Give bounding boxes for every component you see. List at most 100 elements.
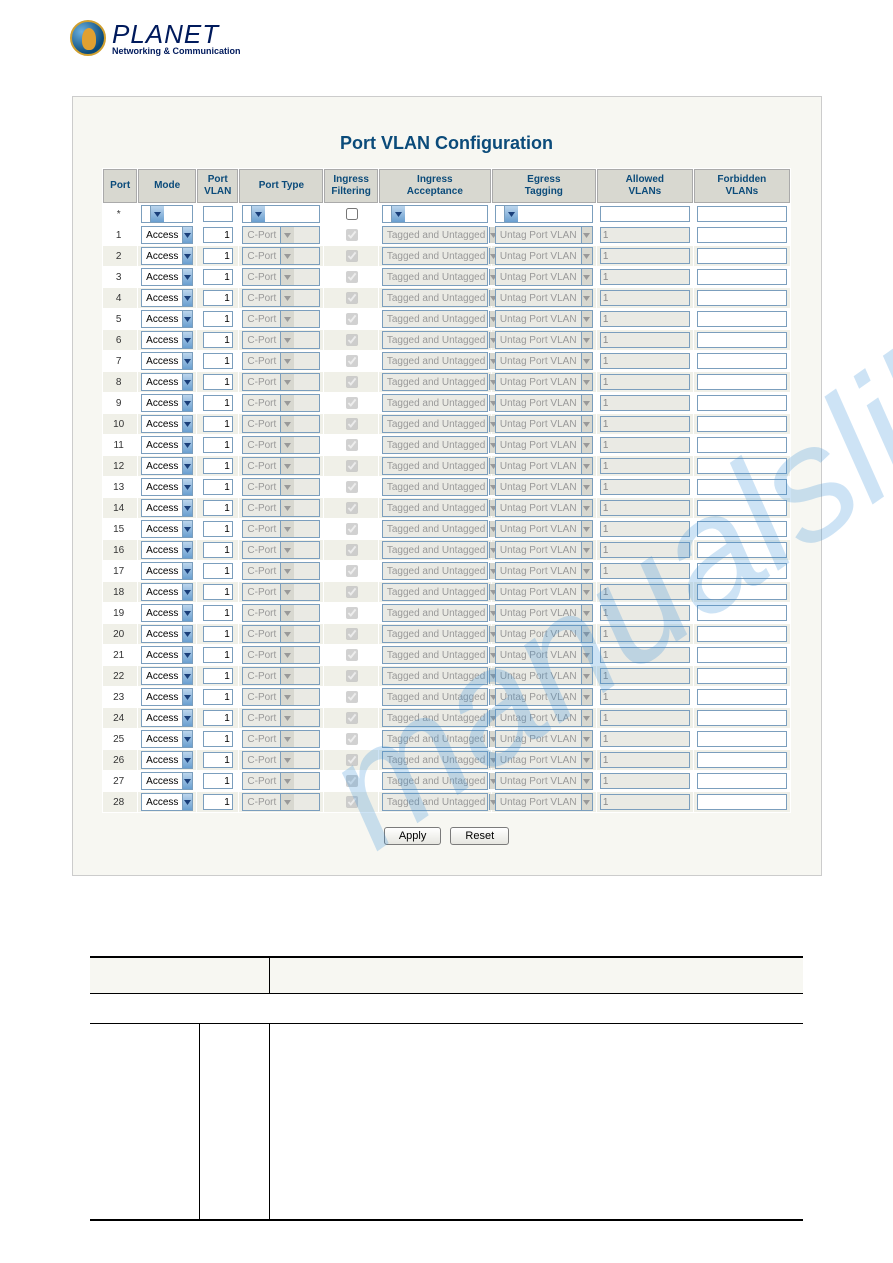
forbidden-vlans-input[interactable] [697,437,787,453]
mode-select[interactable]: Access [141,667,193,685]
port-vlan-input[interactable] [203,311,233,327]
mode-select[interactable]: Access [141,520,193,538]
reset-button[interactable]: Reset [450,827,509,845]
allowed-vlans-input-all[interactable] [600,206,690,222]
forbidden-vlans-input[interactable] [697,290,787,306]
forbidden-vlans-input[interactable] [697,794,787,810]
forbidden-vlans-input-all[interactable] [697,206,787,222]
mode-select[interactable]: Access [141,331,193,349]
port-vlan-input[interactable] [203,584,233,600]
mode-select[interactable]: Access [141,541,193,559]
mode-select[interactable]: Access [141,709,193,727]
port-vlan-input[interactable] [203,458,233,474]
forbidden-vlans-input[interactable] [697,626,787,642]
forbidden-vlans-input[interactable] [697,416,787,432]
forbidden-vlans-input[interactable] [697,269,787,285]
egress-tag-select-all[interactable] [495,205,593,223]
port-vlan-input[interactable] [203,374,233,390]
mode-select[interactable]: Access [141,646,193,664]
mode-select[interactable]: Access [141,268,193,286]
port-vlan-input[interactable] [203,752,233,768]
ingress-filter-check-all[interactable] [346,208,358,220]
forbidden-vlans-input[interactable] [697,752,787,768]
port-vlan-input[interactable] [203,542,233,558]
port-vlan-input-all[interactable] [203,206,233,222]
port-vlan-input[interactable] [203,290,233,306]
egress-tag-select: Untag Port VLAN [495,310,593,328]
ingress-accept-select: Tagged and Untagged [382,499,488,517]
mode-select[interactable]: Access [141,793,193,811]
mode-select[interactable]: Access [141,415,193,433]
mode-select[interactable]: Access [141,478,193,496]
mode-select[interactable]: Access [141,394,193,412]
forbidden-vlans-input[interactable] [697,311,787,327]
mode-select[interactable]: Access [141,604,193,622]
mode-select[interactable]: Access [141,751,193,769]
mode-select[interactable]: Access [141,772,193,790]
forbidden-vlans-input[interactable] [697,773,787,789]
mode-select[interactable]: Access [141,730,193,748]
mode-select[interactable]: Access [141,457,193,475]
port-vlan-input[interactable] [203,521,233,537]
mode-select-all[interactable] [141,205,193,223]
forbidden-vlans-input[interactable] [697,332,787,348]
mode-select[interactable]: Access [141,499,193,517]
forbidden-vlans-input[interactable] [697,731,787,747]
forbidden-vlans-input[interactable] [697,647,787,663]
port-vlan-input[interactable] [203,353,233,369]
port-vlan-input[interactable] [203,668,233,684]
forbidden-vlans-input[interactable] [697,227,787,243]
mode-select[interactable]: Access [141,352,193,370]
chevron-down-icon [182,542,192,558]
mode-select[interactable]: Access [141,436,193,454]
port-vlan-input[interactable] [203,731,233,747]
mode-select[interactable]: Access [141,310,193,328]
forbidden-vlans-input[interactable] [697,563,787,579]
apply-button[interactable]: Apply [384,827,442,845]
mode-select[interactable]: Access [141,562,193,580]
port-vlan-input[interactable] [203,395,233,411]
port-vlan-input[interactable] [203,332,233,348]
ingress-accept-select: Tagged and Untagged [382,352,488,370]
port-vlan-input[interactable] [203,689,233,705]
forbidden-vlans-input[interactable] [697,248,787,264]
forbidden-vlans-input[interactable] [697,689,787,705]
port-vlan-input[interactable] [203,227,233,243]
forbidden-vlans-input[interactable] [697,584,787,600]
port-vlan-input[interactable] [203,269,233,285]
forbidden-vlans-input[interactable] [697,353,787,369]
port-vlan-input[interactable] [203,626,233,642]
mode-select[interactable]: Access [141,373,193,391]
port-vlan-input[interactable] [203,605,233,621]
port-vlan-input[interactable] [203,437,233,453]
port-vlan-input[interactable] [203,500,233,516]
port-vlan-input[interactable] [203,563,233,579]
forbidden-vlans-input[interactable] [697,710,787,726]
port-vlan-input[interactable] [203,479,233,495]
port-vlan-input[interactable] [203,773,233,789]
ingress-filter-check [346,796,358,808]
forbidden-vlans-input[interactable] [697,605,787,621]
forbidden-vlans-input[interactable] [697,479,787,495]
forbidden-vlans-input[interactable] [697,458,787,474]
port-vlan-input[interactable] [203,794,233,810]
forbidden-vlans-input[interactable] [697,668,787,684]
port-vlan-input[interactable] [203,710,233,726]
mode-select[interactable]: Access [141,688,193,706]
forbidden-vlans-input[interactable] [697,374,787,390]
mode-select[interactable]: Access [141,289,193,307]
port-vlan-input[interactable] [203,647,233,663]
ingress-accept-select-all[interactable] [382,205,488,223]
forbidden-vlans-input[interactable] [697,395,787,411]
forbidden-vlans-input[interactable] [697,500,787,516]
mode-select[interactable]: Access [141,226,193,244]
port-type-select-all[interactable] [242,205,320,223]
forbidden-vlans-input[interactable] [697,521,787,537]
port-vlan-input[interactable] [203,416,233,432]
mode-select[interactable]: Access [141,247,193,265]
forbidden-vlans-input[interactable] [697,542,787,558]
mode-select[interactable]: Access [141,625,193,643]
mode-select[interactable]: Access [141,583,193,601]
port-vlan-input[interactable] [203,248,233,264]
allowed-vlans-input [600,416,690,432]
